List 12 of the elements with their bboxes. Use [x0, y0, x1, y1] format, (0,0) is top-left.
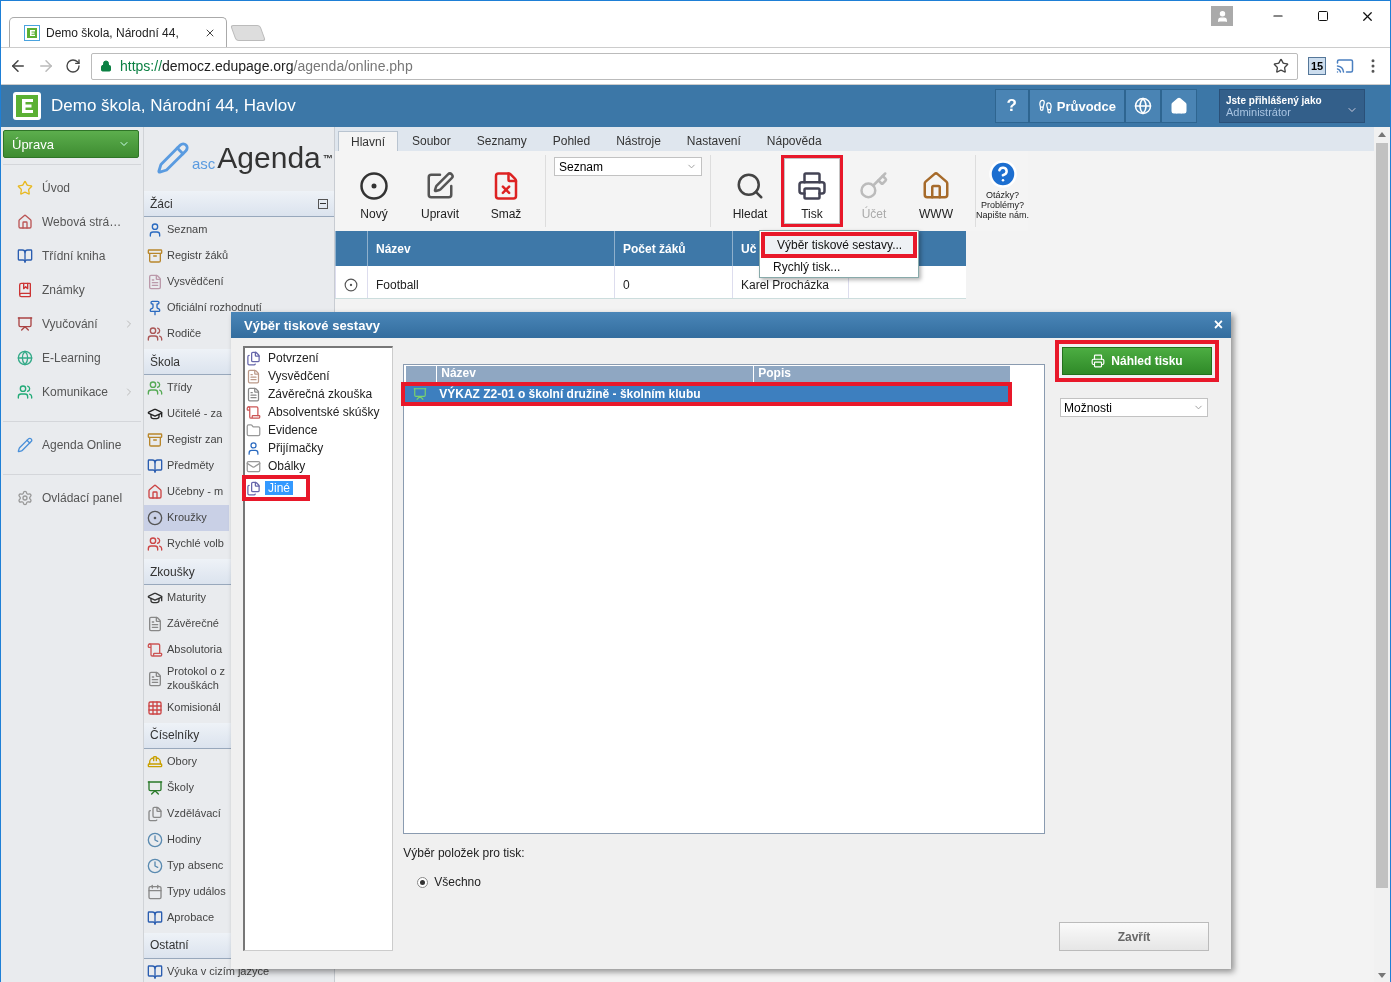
section-title: Škola [150, 354, 181, 369]
app-title: Demo škola, Národní 44, Havlov [51, 96, 297, 116]
section-title: Ostatní [150, 938, 189, 952]
section-title: Číselníky [150, 728, 200, 742]
table-cell: 0 [614, 266, 732, 298]
section-title: Zkoušky [150, 564, 195, 579]
items-label: Výběr položek pro tisk: [403, 846, 526, 860]
tab-title: Demo škola, Národní 44, [46, 25, 180, 40]
dialog-title: Výběr tiskové sestavy [244, 317, 380, 333]
agenda-logo: ascAgenda™ [192, 141, 333, 175]
section-title: Žáci [150, 196, 173, 211]
table-cell: Football [367, 266, 614, 298]
